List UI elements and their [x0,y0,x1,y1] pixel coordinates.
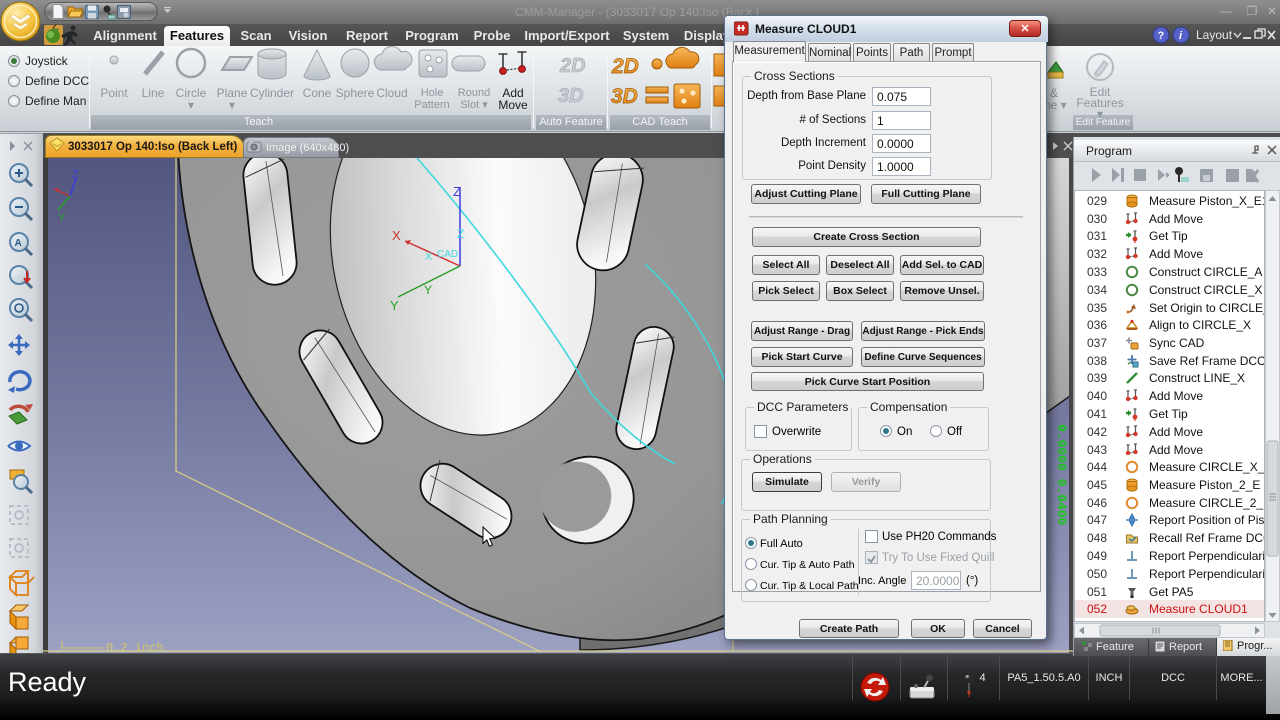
svg-text:Y: Y [58,212,66,224]
svg-text:Z: Z [453,184,461,199]
svg-text:2D: 2D [559,55,586,77]
svg-text:Z: Z [72,169,79,181]
svg-text:Y: Y [424,283,432,297]
svg-text:0.0000 0.0400: 0.0000 0.0400 [1054,424,1069,526]
svg-text:X: X [425,251,433,263]
svg-text:Z: Z [457,227,464,241]
svg-text:2D: 2D [611,55,639,78]
svg-text:CAD: CAD [437,249,458,260]
svg-text:?: ? [1158,30,1165,42]
svg-text:X: X [392,228,401,243]
svg-text:Layout: Layout [1196,28,1233,42]
svg-text:Y: Y [390,298,399,313]
svg-text:A: A [15,238,22,249]
svg-text:3D: 3D [611,85,638,108]
svg-text:3D: 3D [558,85,584,107]
svg-text:ne ▾: ne ▾ [1044,98,1067,112]
